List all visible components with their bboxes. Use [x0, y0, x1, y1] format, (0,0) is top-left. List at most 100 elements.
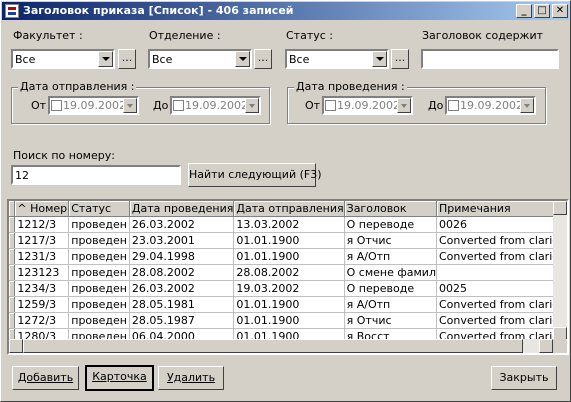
- table-cell[interactable]: проведен: [68, 232, 130, 249]
- horizontal-scrollbar[interactable]: [9, 339, 553, 353]
- table-cell[interactable]: 29.04.1998: [129, 248, 235, 265]
- table-cell[interactable]: 19.03.2002: [233, 280, 345, 297]
- chevron-down-icon[interactable]: [98, 51, 113, 67]
- row-indicator[interactable]: [9, 232, 16, 249]
- send-date-from-picker[interactable]: 19.09.2002: [48, 96, 139, 115]
- table-cell[interactable]: 0025: [436, 280, 567, 297]
- table-cell[interactable]: 1231/3: [14, 248, 70, 265]
- table-row[interactable]: 1231/3 проведен 29.04.1998 01.01.1900 я А/От…: [9, 248, 567, 265]
- title-bar[interactable]: Заголовок приказа [Список] - 406 записей…: [2, 2, 569, 20]
- faculty-browse-button[interactable]: ...: [118, 49, 136, 69]
- table-cell[interactable]: 01.01.1900: [233, 232, 345, 249]
- column-header[interactable]: ^ Номер: [14, 201, 70, 217]
- table-cell[interactable]: 01.01.1900: [233, 248, 345, 265]
- find-next-button[interactable]: Найти следующий (F3): [188, 163, 322, 187]
- table-cell[interactable]: 01.01.1900: [233, 312, 345, 329]
- status-browse-button[interactable]: ...: [391, 49, 409, 69]
- status-select[interactable]: Все: [285, 49, 389, 69]
- table-cell[interactable]: Converted from clarion: [436, 312, 567, 329]
- table-cell[interactable]: О переводе: [344, 216, 438, 233]
- chevron-down-icon[interactable]: [245, 98, 259, 113]
- chevron-down-icon[interactable]: [372, 51, 387, 67]
- column-header[interactable]: Дата отправления: [233, 201, 345, 217]
- hold-date-to-picker[interactable]: 19.09.2002: [445, 96, 536, 115]
- title-contains-input[interactable]: [421, 49, 559, 69]
- table-cell[interactable]: 1217/3: [14, 232, 70, 249]
- table-cell[interactable]: 0026: [436, 216, 567, 233]
- table-cell[interactable]: я А/Отп: [344, 296, 438, 313]
- search-number-input[interactable]: 12: [11, 165, 181, 185]
- table-row[interactable]: 1212/3 проведен 26.03.2002 13.03.2002 О пере…: [9, 216, 567, 233]
- column-header[interactable]: Дата проведения: [129, 201, 235, 217]
- table-cell[interactable]: [436, 264, 567, 281]
- table-cell[interactable]: 123123: [14, 264, 70, 281]
- table-cell[interactable]: О переводе: [344, 280, 438, 297]
- chevron-down-icon[interactable]: [235, 51, 250, 67]
- table-cell[interactable]: О смене фамил: [344, 264, 438, 281]
- table-cell[interactable]: 1259/3: [14, 296, 70, 313]
- table-cell[interactable]: 1212/3: [14, 216, 70, 233]
- scroll-thumb[interactable]: [23, 339, 523, 353]
- table-cell[interactable]: проведен: [68, 296, 130, 313]
- row-indicator[interactable]: [9, 264, 16, 281]
- add-button[interactable]: Добавить: [12, 366, 79, 390]
- chevron-down-icon[interactable]: [123, 98, 137, 113]
- table-cell[interactable]: 28.08.2002: [129, 264, 235, 281]
- table-cell[interactable]: 1234/3: [14, 280, 70, 297]
- hold-date-from-checkbox[interactable]: [325, 100, 336, 111]
- table-cell[interactable]: Converted from clarion: [436, 248, 567, 265]
- table-cell[interactable]: я А/Отп: [344, 248, 438, 265]
- table-cell[interactable]: 26.03.2002: [129, 280, 235, 297]
- table-cell[interactable]: проведен: [68, 312, 130, 329]
- table-cell[interactable]: я Отчис: [344, 312, 438, 329]
- department-select[interactable]: Все: [148, 49, 252, 69]
- table-cell[interactable]: проведен: [68, 248, 130, 265]
- table-cell[interactable]: проведен: [68, 216, 130, 233]
- table-cell[interactable]: 28.08.2002: [233, 264, 345, 281]
- table-cell[interactable]: 28.05.1987: [129, 312, 235, 329]
- table-cell[interactable]: 13.03.2002: [233, 216, 345, 233]
- close-window-button[interactable]: ✕: [552, 4, 568, 18]
- table-cell[interactable]: проведен: [68, 280, 130, 297]
- hold-date-to-checkbox[interactable]: [448, 100, 459, 111]
- row-indicator[interactable]: [9, 248, 16, 265]
- column-header[interactable]: Заголовок: [344, 201, 438, 217]
- row-indicator[interactable]: [9, 216, 16, 233]
- close-button[interactable]: Закрыть: [491, 366, 557, 390]
- send-date-from-checkbox[interactable]: [51, 100, 62, 111]
- card-button[interactable]: Карточка: [85, 365, 154, 391]
- scroll-right-icon[interactable]: [539, 339, 553, 353]
- row-indicator[interactable]: [9, 296, 16, 313]
- scroll-left-icon[interactable]: [9, 339, 23, 353]
- table-row[interactable]: 1217/3 проведен 23.03.2001 01.01.1900 я Отчи…: [9, 232, 567, 249]
- column-header[interactable]: Статус: [68, 201, 130, 217]
- maximize-button[interactable]: □: [534, 4, 550, 18]
- table-cell[interactable]: я Отчис: [344, 232, 438, 249]
- table-row[interactable]: 1272/3 проведен 28.05.1987 01.01.1900 я Отчи…: [9, 312, 567, 329]
- scroll-up-icon[interactable]: [553, 201, 567, 215]
- table-cell[interactable]: Converted from clarion: [436, 296, 567, 313]
- table-cell[interactable]: 28.05.1981: [129, 296, 235, 313]
- minimize-button[interactable]: _: [516, 4, 532, 18]
- chevron-down-icon[interactable]: [397, 98, 411, 113]
- table-cell[interactable]: 23.03.2001: [129, 232, 235, 249]
- orders-grid[interactable]: ^ Номер Статус Дата проведения Дата отпр…: [7, 199, 569, 355]
- table-cell[interactable]: 1272/3: [14, 312, 70, 329]
- faculty-select[interactable]: Все: [11, 49, 115, 69]
- table-row[interactable]: 123123 проведен 28.08.2002 28.08.2002 О смен…: [9, 264, 567, 281]
- table-row[interactable]: 1259/3 проведен 28.05.1981 01.01.1900 я А/От…: [9, 296, 567, 313]
- column-header[interactable]: Примечания: [436, 201, 567, 217]
- send-date-to-checkbox[interactable]: [173, 100, 184, 111]
- delete-button[interactable]: Удалить: [158, 366, 224, 390]
- department-browse-button[interactable]: ...: [254, 49, 272, 69]
- chevron-down-icon[interactable]: [520, 98, 534, 113]
- send-date-to-picker[interactable]: 19.09.2002: [170, 96, 261, 115]
- row-indicator[interactable]: [9, 280, 16, 297]
- table-cell[interactable]: 26.03.2002: [129, 216, 235, 233]
- table-cell[interactable]: 01.01.1900: [233, 296, 345, 313]
- row-indicator[interactable]: [9, 312, 16, 329]
- vertical-scrollbar[interactable]: [553, 201, 567, 341]
- table-cell[interactable]: проведен: [68, 264, 130, 281]
- table-cell[interactable]: Converted from clarion: [436, 232, 567, 249]
- table-row[interactable]: 1234/3 проведен 26.03.2002 19.03.2002 О пере…: [9, 280, 567, 297]
